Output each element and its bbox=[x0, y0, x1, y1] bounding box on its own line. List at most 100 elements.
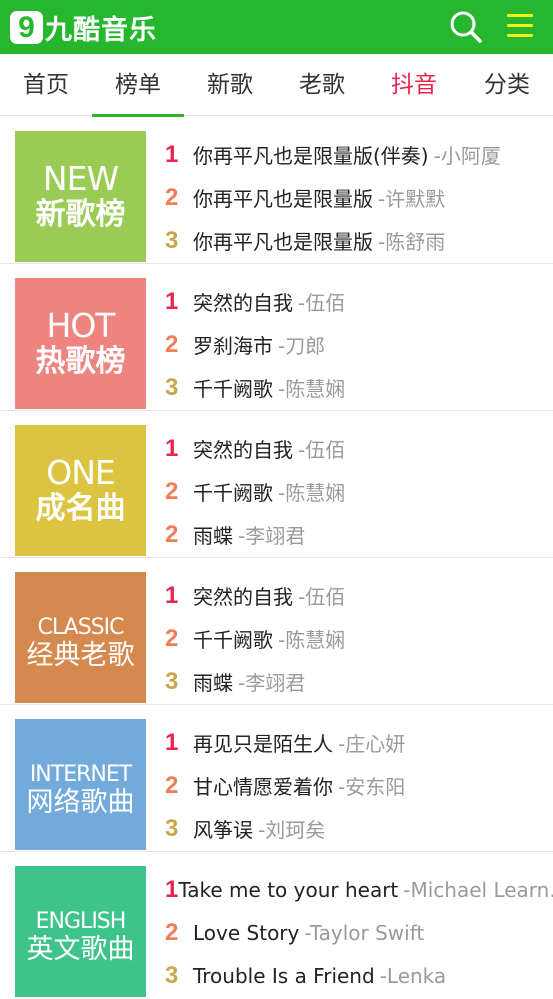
song-artist: -Michael Learn... bbox=[403, 877, 553, 902]
song-item[interactable]: 2 千千阙歌 -陈慧娴 bbox=[165, 470, 553, 513]
rank-number: 2 bbox=[165, 477, 179, 505]
rank-number: 1 bbox=[165, 581, 179, 609]
song-artist: -许默默 bbox=[378, 187, 446, 211]
search-button[interactable] bbox=[448, 9, 484, 45]
rank-number: 3 bbox=[165, 373, 179, 401]
tab-new-songs[interactable]: 新歌 bbox=[184, 54, 276, 116]
song-item[interactable]: 3 风筝误 -刘珂矣 bbox=[165, 807, 553, 850]
song-list: 1 你再平凡也是限量版(伴奏) -小阿厦 2 你再平凡也是限量版 -许默默 3 … bbox=[165, 133, 553, 262]
tab-douyin[interactable]: 抖音 bbox=[368, 54, 460, 116]
rank-number: 2 bbox=[165, 624, 179, 652]
rank-number: 1 bbox=[165, 875, 179, 903]
song-title: 千千阙歌 bbox=[193, 377, 273, 401]
song-item[interactable]: 1 突然的自我 -伍佰 bbox=[165, 280, 553, 323]
rank-number: 1 bbox=[165, 728, 179, 756]
song-title: 罗刹海市 bbox=[193, 334, 273, 358]
tab-old-songs[interactable]: 老歌 bbox=[276, 54, 368, 116]
cover-chinese-label: 热歌榜 bbox=[35, 344, 126, 379]
song-list: 1 突然的自我 -伍佰 2 千千阙歌 -陈慧娴 3 雨蝶 -李翊君 bbox=[165, 574, 553, 703]
chart-cover-classic[interactable]: CLASSIC 经典老歌 bbox=[15, 572, 146, 703]
menu-icon-bar bbox=[507, 34, 533, 37]
song-artist: -陈慧娴 bbox=[278, 481, 346, 505]
cover-english-label: NEW bbox=[42, 159, 119, 198]
song-title: 风筝误 bbox=[193, 818, 253, 842]
song-item[interactable]: 1 突然的自我 -伍佰 bbox=[165, 574, 553, 617]
song-item[interactable]: 2 雨蝶 -李翊君 bbox=[165, 513, 553, 556]
song-title: Take me to your heart bbox=[178, 877, 399, 902]
song-artist: -Taylor Swift bbox=[304, 920, 425, 945]
song-item[interactable]: 1 你再平凡也是限量版(伴奏) -小阿厦 bbox=[165, 133, 553, 176]
chart-block-english: ENGLISH 英文歌曲 1 Take me to your heart -Mi… bbox=[0, 852, 553, 999]
song-title: 你再平凡也是限量版(伴奏) bbox=[193, 144, 429, 168]
rank-number: 2 bbox=[165, 918, 179, 946]
cover-chinese-label: 成名曲 bbox=[35, 491, 126, 526]
song-item[interactable]: 3 你再平凡也是限量版 -陈舒雨 bbox=[165, 219, 553, 262]
song-item[interactable]: 1 Take me to your heart -Michael Learn..… bbox=[165, 868, 553, 911]
song-item[interactable]: 2 千千阙歌 -陈慧娴 bbox=[165, 617, 553, 660]
song-title: 甘心情愿爱着你 bbox=[193, 775, 333, 799]
menu-button[interactable] bbox=[505, 11, 535, 43]
song-title: 突然的自我 bbox=[193, 438, 293, 462]
song-item[interactable]: 3 千千阙歌 -陈慧娴 bbox=[165, 366, 553, 409]
song-artist: -李翊君 bbox=[238, 671, 306, 695]
song-item[interactable]: 1 突然的自我 -伍佰 bbox=[165, 427, 553, 470]
rank-number: 1 bbox=[165, 434, 179, 462]
song-item[interactable]: 2 你再平凡也是限量版 -许默默 bbox=[165, 176, 553, 219]
app-logo[interactable]: 9 九酷音乐 bbox=[10, 9, 157, 46]
tab-bar: 首页 榜单 新歌 老歌 抖音 分类 bbox=[0, 54, 553, 117]
song-item[interactable]: 2 Love Story -Taylor Swift bbox=[165, 911, 553, 954]
song-item[interactable]: 2 罗刹海市 -刀郎 bbox=[165, 323, 553, 366]
song-title: 你再平凡也是限量版 bbox=[193, 187, 373, 211]
song-item[interactable]: 3 Trouble Is a Friend -Lenka bbox=[165, 954, 553, 997]
rank-number: 3 bbox=[165, 814, 179, 842]
song-item[interactable]: 1 再见只是陌生人 -庄心妍 bbox=[165, 721, 553, 764]
song-artist: -伍佰 bbox=[298, 585, 346, 609]
song-artist: -刀郎 bbox=[278, 334, 326, 358]
song-title: Trouble Is a Friend bbox=[193, 963, 375, 988]
tab-charts[interactable]: 榜单 bbox=[92, 54, 184, 117]
cover-chinese-label: 英文歌曲 bbox=[26, 934, 135, 965]
chart-list: NEW 新歌榜 1 你再平凡也是限量版(伴奏) -小阿厦 2 你再平凡也是限量版… bbox=[0, 117, 553, 999]
chart-cover-internet[interactable]: INTERNET 网络歌曲 bbox=[15, 719, 146, 850]
song-artist: -小阿厦 bbox=[433, 144, 501, 168]
song-title: Love Story bbox=[193, 920, 300, 945]
song-title: 突然的自我 bbox=[193, 585, 293, 609]
song-title: 雨蝶 bbox=[193, 524, 233, 548]
song-artist: -庄心妍 bbox=[338, 732, 406, 756]
song-artist: -陈慧娴 bbox=[278, 628, 346, 652]
tab-home[interactable]: 首页 bbox=[0, 54, 92, 116]
chart-cover-hot[interactable]: HOT 热歌榜 bbox=[15, 278, 146, 409]
song-artist: -陈舒雨 bbox=[378, 230, 446, 254]
rank-number: 3 bbox=[165, 961, 179, 989]
chart-block-hot: HOT 热歌榜 1 突然的自我 -伍佰 2 罗刹海市 -刀郎 3 千千阙歌 -陈… bbox=[0, 264, 553, 411]
song-artist: -Lenka bbox=[379, 963, 447, 988]
song-artist: -陈慧娴 bbox=[278, 377, 346, 401]
chart-block-classic: CLASSIC 经典老歌 1 突然的自我 -伍佰 2 千千阙歌 -陈慧娴 3 雨… bbox=[0, 558, 553, 705]
cover-chinese-label: 经典老歌 bbox=[26, 640, 135, 671]
song-title: 千千阙歌 bbox=[193, 481, 273, 505]
app-header: 9 九酷音乐 bbox=[0, 0, 553, 54]
cover-chinese-label: 新歌榜 bbox=[35, 197, 126, 232]
chart-cover-one[interactable]: ONE 成名曲 bbox=[15, 425, 146, 556]
song-title: 突然的自我 bbox=[193, 291, 293, 315]
cover-chinese-label: 网络歌曲 bbox=[26, 787, 135, 818]
song-item[interactable]: 3 雨蝶 -李翊君 bbox=[165, 660, 553, 703]
rank-number: 3 bbox=[165, 226, 179, 254]
chart-cover-english[interactable]: ENGLISH 英文歌曲 bbox=[15, 866, 146, 997]
song-artist: -伍佰 bbox=[298, 291, 346, 315]
song-list: 1 Take me to your heart -Michael Learn..… bbox=[165, 868, 553, 997]
song-list: 1 突然的自我 -伍佰 2 罗刹海市 -刀郎 3 千千阙歌 -陈慧娴 bbox=[165, 280, 553, 409]
rank-number: 2 bbox=[165, 771, 179, 799]
cover-english-label: ONE bbox=[46, 453, 116, 492]
song-list: 1 突然的自我 -伍佰 2 千千阙歌 -陈慧娴 2 雨蝶 -李翊君 bbox=[165, 427, 553, 556]
chart-block-internet: INTERNET 网络歌曲 1 再见只是陌生人 -庄心妍 2 甘心情愿爱着你 -… bbox=[0, 705, 553, 852]
song-item[interactable]: 2 甘心情愿爱着你 -安东阳 bbox=[165, 764, 553, 807]
song-title: 你再平凡也是限量版 bbox=[193, 230, 373, 254]
menu-icon-bar bbox=[507, 24, 533, 27]
song-artist: -刘珂矣 bbox=[258, 818, 326, 842]
logo-badge: 9 bbox=[10, 10, 43, 44]
tab-categories[interactable]: 分类 bbox=[461, 54, 553, 116]
song-title: 再见只是陌生人 bbox=[193, 732, 333, 756]
chart-cover-new[interactable]: NEW 新歌榜 bbox=[15, 131, 146, 262]
song-artist: -李翊君 bbox=[238, 524, 306, 548]
